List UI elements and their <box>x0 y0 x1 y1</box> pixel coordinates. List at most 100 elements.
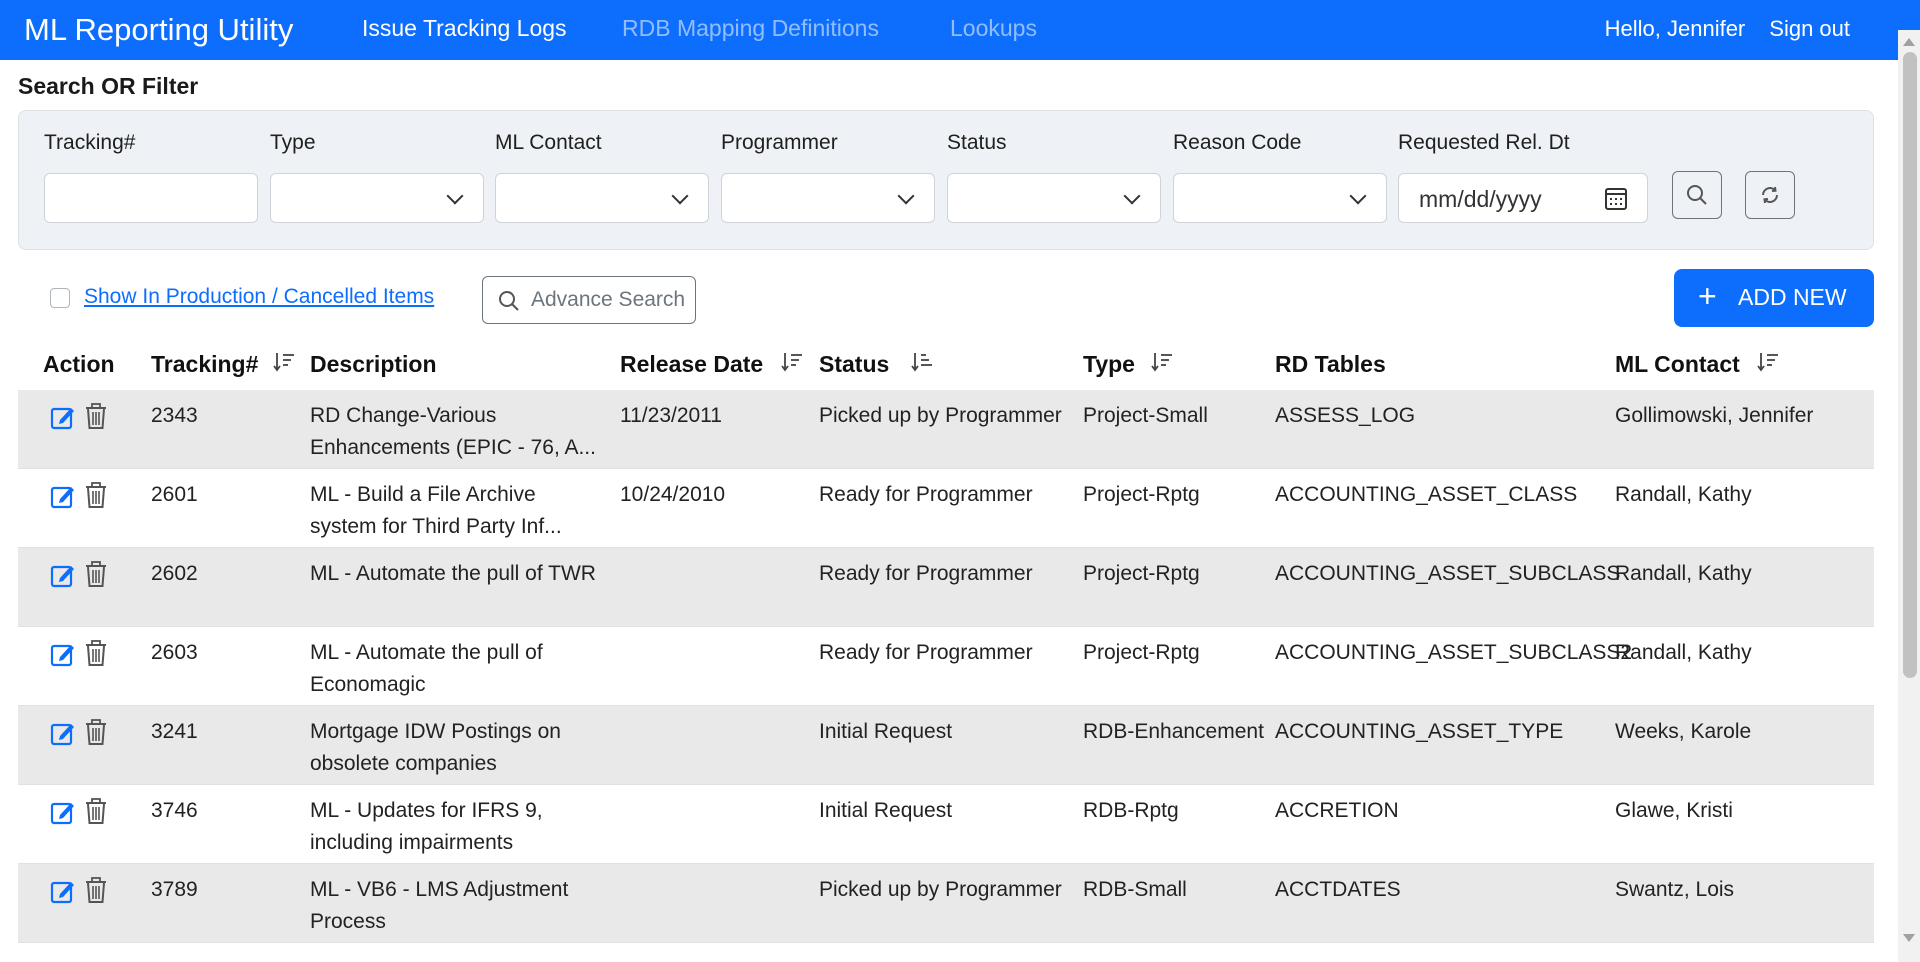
date-placeholder: mm/dd/yyyy <box>1419 186 1542 212</box>
cell-description: ML - Build a File Archive system for Thi… <box>310 483 562 538</box>
table-header: Action Tracking# Description Release Dat… <box>18 340 1874 390</box>
reason-code-select[interactable] <box>1173 173 1387 223</box>
chevron-down-icon <box>1349 187 1367 205</box>
table-body: 2343 RD Change-Various Enhancements (EPIC… <box>18 390 1874 943</box>
cell-rd-tables: ACCOUNTING_ASSET_CLASS <box>1275 483 1578 506</box>
cell-description: ML - Automate the pull of Economagic <box>310 641 543 696</box>
trash-icon[interactable] <box>84 639 108 672</box>
sort-icon[interactable] <box>780 351 804 373</box>
trash-icon[interactable] <box>84 876 108 909</box>
col-tracking[interactable]: Tracking# <box>151 351 258 378</box>
col-ml-contact[interactable]: ML Contact <box>1615 351 1740 378</box>
cell-description: Mortgage IDW Postings on obsolete compan… <box>310 720 561 775</box>
trash-icon[interactable] <box>84 718 108 751</box>
main-content: Search OR Filter Tracking# Type ML Conta… <box>0 60 1898 962</box>
cell-status: Picked up by Programmer <box>819 404 1062 427</box>
table-row: 2602 ML - Automate the pull of TWR Ready f… <box>18 548 1874 627</box>
cell-tracking: 2601 <box>151 483 198 506</box>
nav-lookups[interactable]: Lookups <box>950 15 1037 42</box>
sign-out-link[interactable]: Sign out <box>1769 16 1850 42</box>
search-filter-title: Search OR Filter <box>18 73 199 99</box>
edit-icon[interactable] <box>50 562 76 593</box>
sort-icon[interactable] <box>1756 351 1780 373</box>
plus-icon: + <box>1698 278 1717 314</box>
cell-type: Project-Rptg <box>1083 641 1200 664</box>
cell-status: Ready for Programmer <box>819 483 1033 506</box>
add-new-button[interactable]: + ADD NEW <box>1674 269 1874 327</box>
cell-ml-contact: Glawe, Kristi <box>1615 799 1733 822</box>
scroll-down-arrow-icon[interactable] <box>1903 934 1915 942</box>
advance-search-label: Advance Search <box>531 288 686 311</box>
issue-tracking-table: Action Tracking# Description Release Dat… <box>18 340 1874 943</box>
cell-rd-tables: ACCOUNTING_ASSET_TYPE <box>1275 720 1564 743</box>
trash-icon[interactable] <box>84 402 108 435</box>
advance-search-button[interactable]: Advance Search <box>482 276 696 324</box>
edit-icon[interactable] <box>50 404 76 435</box>
edit-icon[interactable] <box>50 799 76 830</box>
table-row: 3241 Mortgage IDW Postings on obsolete co… <box>18 706 1874 785</box>
table-row: 3789 ML - VB6 - LMS Adjustment Process Pic… <box>18 864 1874 943</box>
cell-type: RDB-Enhancement <box>1083 720 1264 743</box>
greeting: Hello, Jennifer <box>1605 16 1746 42</box>
ml-contact-label: ML Contact <box>495 131 602 154</box>
tracking-label: Tracking# <box>44 131 136 154</box>
table-row: 3746 ML - Updates for IFRS 9, including i… <box>18 785 1874 864</box>
app-brand[interactable]: ML Reporting Utility <box>24 12 293 48</box>
cell-ml-contact: Swantz, Lois <box>1615 878 1735 901</box>
username: Jennifer <box>1666 16 1746 41</box>
col-action: Action <box>43 351 115 377</box>
cell-rd-tables: ASSESS_LOG <box>1275 404 1416 427</box>
col-release-date[interactable]: Release Date <box>620 351 763 378</box>
col-status[interactable]: Status <box>819 351 889 378</box>
cell-tracking: 2602 <box>151 562 198 585</box>
requested-date-input[interactable]: mm/dd/yyyy <box>1398 173 1648 223</box>
cell-ml-contact: Randall, Kathy <box>1615 641 1752 664</box>
greeting-text: Hello, <box>1604 16 1661 41</box>
cell-release-date: 11/23/2011 <box>620 404 722 427</box>
scrollbar-thumb[interactable] <box>1903 52 1917 678</box>
edit-icon[interactable] <box>50 641 76 672</box>
sort-ascending-icon[interactable] <box>910 351 934 373</box>
scroll-up-arrow-icon[interactable] <box>1903 38 1915 46</box>
show-production-label[interactable]: Show In Production / Cancelled Items <box>84 285 434 309</box>
cell-ml-contact: Gollimowski, Jennifer <box>1615 404 1814 427</box>
calendar-icon[interactable] <box>1605 188 1627 210</box>
cell-type: Project-Rptg <box>1083 562 1200 585</box>
type-select[interactable] <box>270 173 484 223</box>
cell-description: ML - Automate the pull of TWR <box>310 562 596 585</box>
cell-ml-contact: Randall, Kathy <box>1615 562 1752 585</box>
cell-rd-tables: ACCOUNTING_ASSET_SUBCLASS2 <box>1275 641 1633 664</box>
search-button[interactable] <box>1672 171 1722 219</box>
table-row: 2603 ML - Automate the pull of Economagic… <box>18 627 1874 706</box>
programmer-label: Programmer <box>721 131 838 154</box>
nav-rdb-mapping-definitions[interactable]: RDB Mapping Definitions <box>622 15 879 42</box>
edit-icon[interactable] <box>50 483 76 514</box>
add-new-label: ADD NEW <box>1738 284 1847 310</box>
edit-icon[interactable] <box>50 878 76 909</box>
show-production-checkbox[interactable] <box>50 288 70 308</box>
trash-icon[interactable] <box>84 797 108 830</box>
cell-description: ML - VB6 - LMS Adjustment Process <box>310 878 569 933</box>
col-type[interactable]: Type <box>1083 351 1135 378</box>
sort-icon[interactable] <box>272 351 296 373</box>
cell-rd-tables: ACCRETION <box>1275 799 1399 822</box>
cell-type: RDB-Rptg <box>1083 799 1179 822</box>
nav-issue-tracking-logs[interactable]: Issue Tracking Logs <box>362 15 567 42</box>
col-description: Description <box>310 351 437 377</box>
programmer-select[interactable] <box>721 173 935 223</box>
status-label: Status <box>947 131 1007 154</box>
tracking-input[interactable] <box>44 173 258 223</box>
reset-button[interactable] <box>1745 171 1795 219</box>
trash-icon[interactable] <box>84 560 108 593</box>
trash-icon[interactable] <box>84 481 108 514</box>
edit-icon[interactable] <box>50 720 76 751</box>
cell-status: Ready for Programmer <box>819 641 1033 664</box>
cell-tracking: 3789 <box>151 878 198 901</box>
cell-tracking: 2603 <box>151 641 198 664</box>
ml-contact-select[interactable] <box>495 173 709 223</box>
cell-status: Initial Request <box>819 799 953 822</box>
cell-release-date: 10/24/2010 <box>620 483 726 506</box>
cell-tracking: 2343 <box>151 404 198 427</box>
status-select[interactable] <box>947 173 1161 223</box>
sort-icon[interactable] <box>1150 351 1174 373</box>
